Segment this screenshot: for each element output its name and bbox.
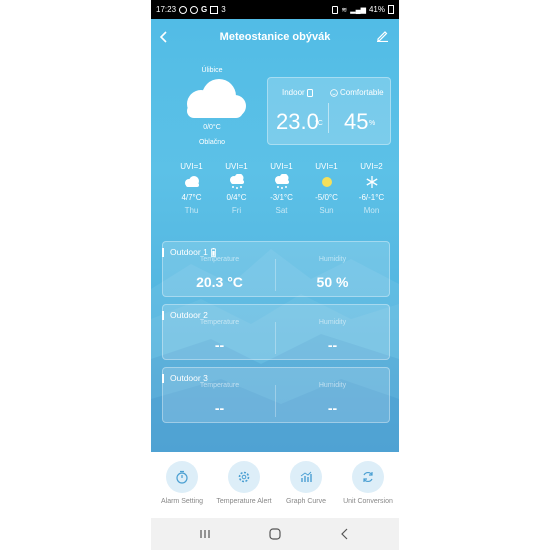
- outdoor-humidity: --: [327, 400, 338, 416]
- top-bar: Meteostanice obývák: [151, 19, 399, 57]
- indoor-label-text: Indoor: [282, 88, 305, 97]
- cloud-icon: [169, 173, 214, 191]
- notification-icon: [179, 5, 188, 14]
- alarm-icon: [332, 5, 339, 14]
- cloud-icon: [177, 78, 247, 122]
- notification-icon: [190, 5, 199, 14]
- humidity-label: Humidity: [318, 319, 347, 326]
- outdoor-card[interactable]: Outdoor 3 Temperature Humidity -- --: [162, 367, 390, 423]
- sun-icon: [304, 173, 349, 191]
- outdoor-humidity: --: [327, 337, 338, 353]
- weather-screen: Meteostanice obývák Úlibice 0/0°C Oblačn…: [151, 19, 399, 452]
- temperature-label: Temperature: [199, 319, 240, 326]
- current-weather: Úlibice 0/0°C Oblačno: [171, 67, 253, 146]
- indoor-card[interactable]: Indoor Comfortable 23.0 °C 45 %: [267, 77, 391, 145]
- battery-icon: [388, 5, 394, 14]
- temperature-label: Temperature: [199, 382, 240, 389]
- forecast-row: UVI=1 4/7°C Thu UVI=1 0/4°C Fri UVI=1 -3…: [169, 162, 394, 227]
- humidity-label: Humidity: [318, 382, 347, 389]
- forecast-day-name: Sat: [275, 206, 288, 215]
- outdoor-humidity: 50 %: [316, 274, 349, 290]
- system-nav-bar: [151, 518, 399, 550]
- forecast-range: 0/4°C: [226, 193, 247, 202]
- menu-label: Unit Conversion: [343, 498, 393, 505]
- forecast-day: UVI=1 -5/0°C Sun: [304, 162, 349, 227]
- comfort-label-text: Comfortable: [340, 88, 384, 97]
- forecast-day-name: Thu: [184, 206, 199, 215]
- home-icon[interactable]: [255, 526, 295, 542]
- current-condition: Oblačno: [198, 139, 226, 146]
- status-bar: 17:23 G 3 ≋ ▂▄▆ 41%: [151, 0, 399, 19]
- indoor-humidity: 45: [344, 109, 369, 134]
- menu-label: Temperature Alert: [216, 498, 272, 505]
- alarm-setting-button[interactable]: Alarm Setting: [151, 461, 213, 505]
- indoor-temperature: 23.0: [276, 109, 319, 134]
- forecast-range: -6/-1°C: [358, 193, 385, 202]
- indoor-temperature-unit: °C: [315, 120, 323, 127]
- back-icon[interactable]: [325, 526, 365, 542]
- outdoor-temperature: --: [214, 400, 225, 416]
- forecast-day: UVI=1 -3/1°C Sat: [259, 162, 304, 227]
- uvi-value: UVI=1: [270, 162, 293, 171]
- uvi-value: UVI=1: [315, 162, 338, 171]
- forecast-day-name: Fri: [231, 206, 242, 215]
- temperature-alert-button[interactable]: Temperature Alert: [213, 461, 275, 505]
- image-icon: [210, 5, 219, 14]
- battery-text: 41%: [368, 5, 385, 14]
- uvi-value: UVI=1: [180, 162, 203, 171]
- unit-conversion-button[interactable]: Unit Conversion: [337, 461, 399, 505]
- forecast-range: 4/7°C: [181, 193, 202, 202]
- chart-icon: [290, 461, 322, 493]
- indoor-label: Indoor: [282, 88, 313, 97]
- forecast-day: UVI=2 -6/-1°C Mon: [349, 162, 394, 227]
- snowflake-icon: [349, 173, 394, 191]
- bottom-menu: Alarm Setting Temperature Alert Graph Cu…: [151, 452, 399, 518]
- uvi-value: UVI=1: [225, 162, 248, 171]
- graph-curve-button[interactable]: Graph Curve: [275, 461, 337, 505]
- phone-icon: [306, 88, 313, 97]
- status-g: G: [201, 5, 208, 14]
- forecast-day-name: Sun: [319, 206, 334, 215]
- outdoor-card[interactable]: Outdoor 2 Temperature Humidity -- --: [162, 304, 390, 360]
- timer-icon: [166, 461, 198, 493]
- current-temp-range: 0/0°C: [203, 124, 221, 131]
- pencil-icon[interactable]: [376, 29, 389, 47]
- menu-label: Alarm Setting: [160, 498, 204, 505]
- forecast-day: UVI=1 0/4°C Fri: [214, 162, 259, 227]
- forecast-range: -5/0°C: [315, 193, 338, 202]
- page-title: Meteostanice obývák: [219, 31, 331, 43]
- forecast-day-name: Mon: [363, 206, 380, 215]
- indoor-humidity-unit: %: [369, 120, 376, 127]
- humidity-label: Humidity: [318, 256, 347, 263]
- divider: [328, 103, 329, 133]
- outdoor-card[interactable]: Outdoor 1 Temperature Humidity 20.3 °C 5…: [162, 241, 390, 297]
- phone-screen: 17:23 G 3 ≋ ▂▄▆ 41% Meteostanice obývák: [151, 0, 399, 550]
- outdoor-temperature: --: [214, 337, 225, 353]
- forecast-day: UVI=1 4/7°C Thu: [169, 162, 214, 227]
- status-3: 3: [221, 5, 226, 14]
- menu-label: Graph Curve: [285, 498, 327, 505]
- smiley-icon: [330, 88, 338, 97]
- status-time: 17:23: [156, 5, 177, 14]
- outdoor-temperature: 20.3 °C: [196, 274, 243, 290]
- refresh-icon: [352, 461, 384, 493]
- recent-apps-icon[interactable]: [185, 526, 225, 542]
- signal-icon: ▂▄▆: [350, 6, 366, 14]
- snow-cloud-icon: [214, 173, 259, 191]
- temperature-label: Temperature: [199, 256, 240, 263]
- snow-cloud-icon: [259, 173, 304, 191]
- gear-icon: [228, 461, 260, 493]
- uvi-value: UVI=2: [360, 162, 383, 171]
- comfort-label: Comfortable: [330, 88, 384, 97]
- forecast-range: -3/1°C: [270, 193, 293, 202]
- location-name: Úlibice: [201, 67, 223, 74]
- wifi-icon: ≋: [341, 6, 348, 14]
